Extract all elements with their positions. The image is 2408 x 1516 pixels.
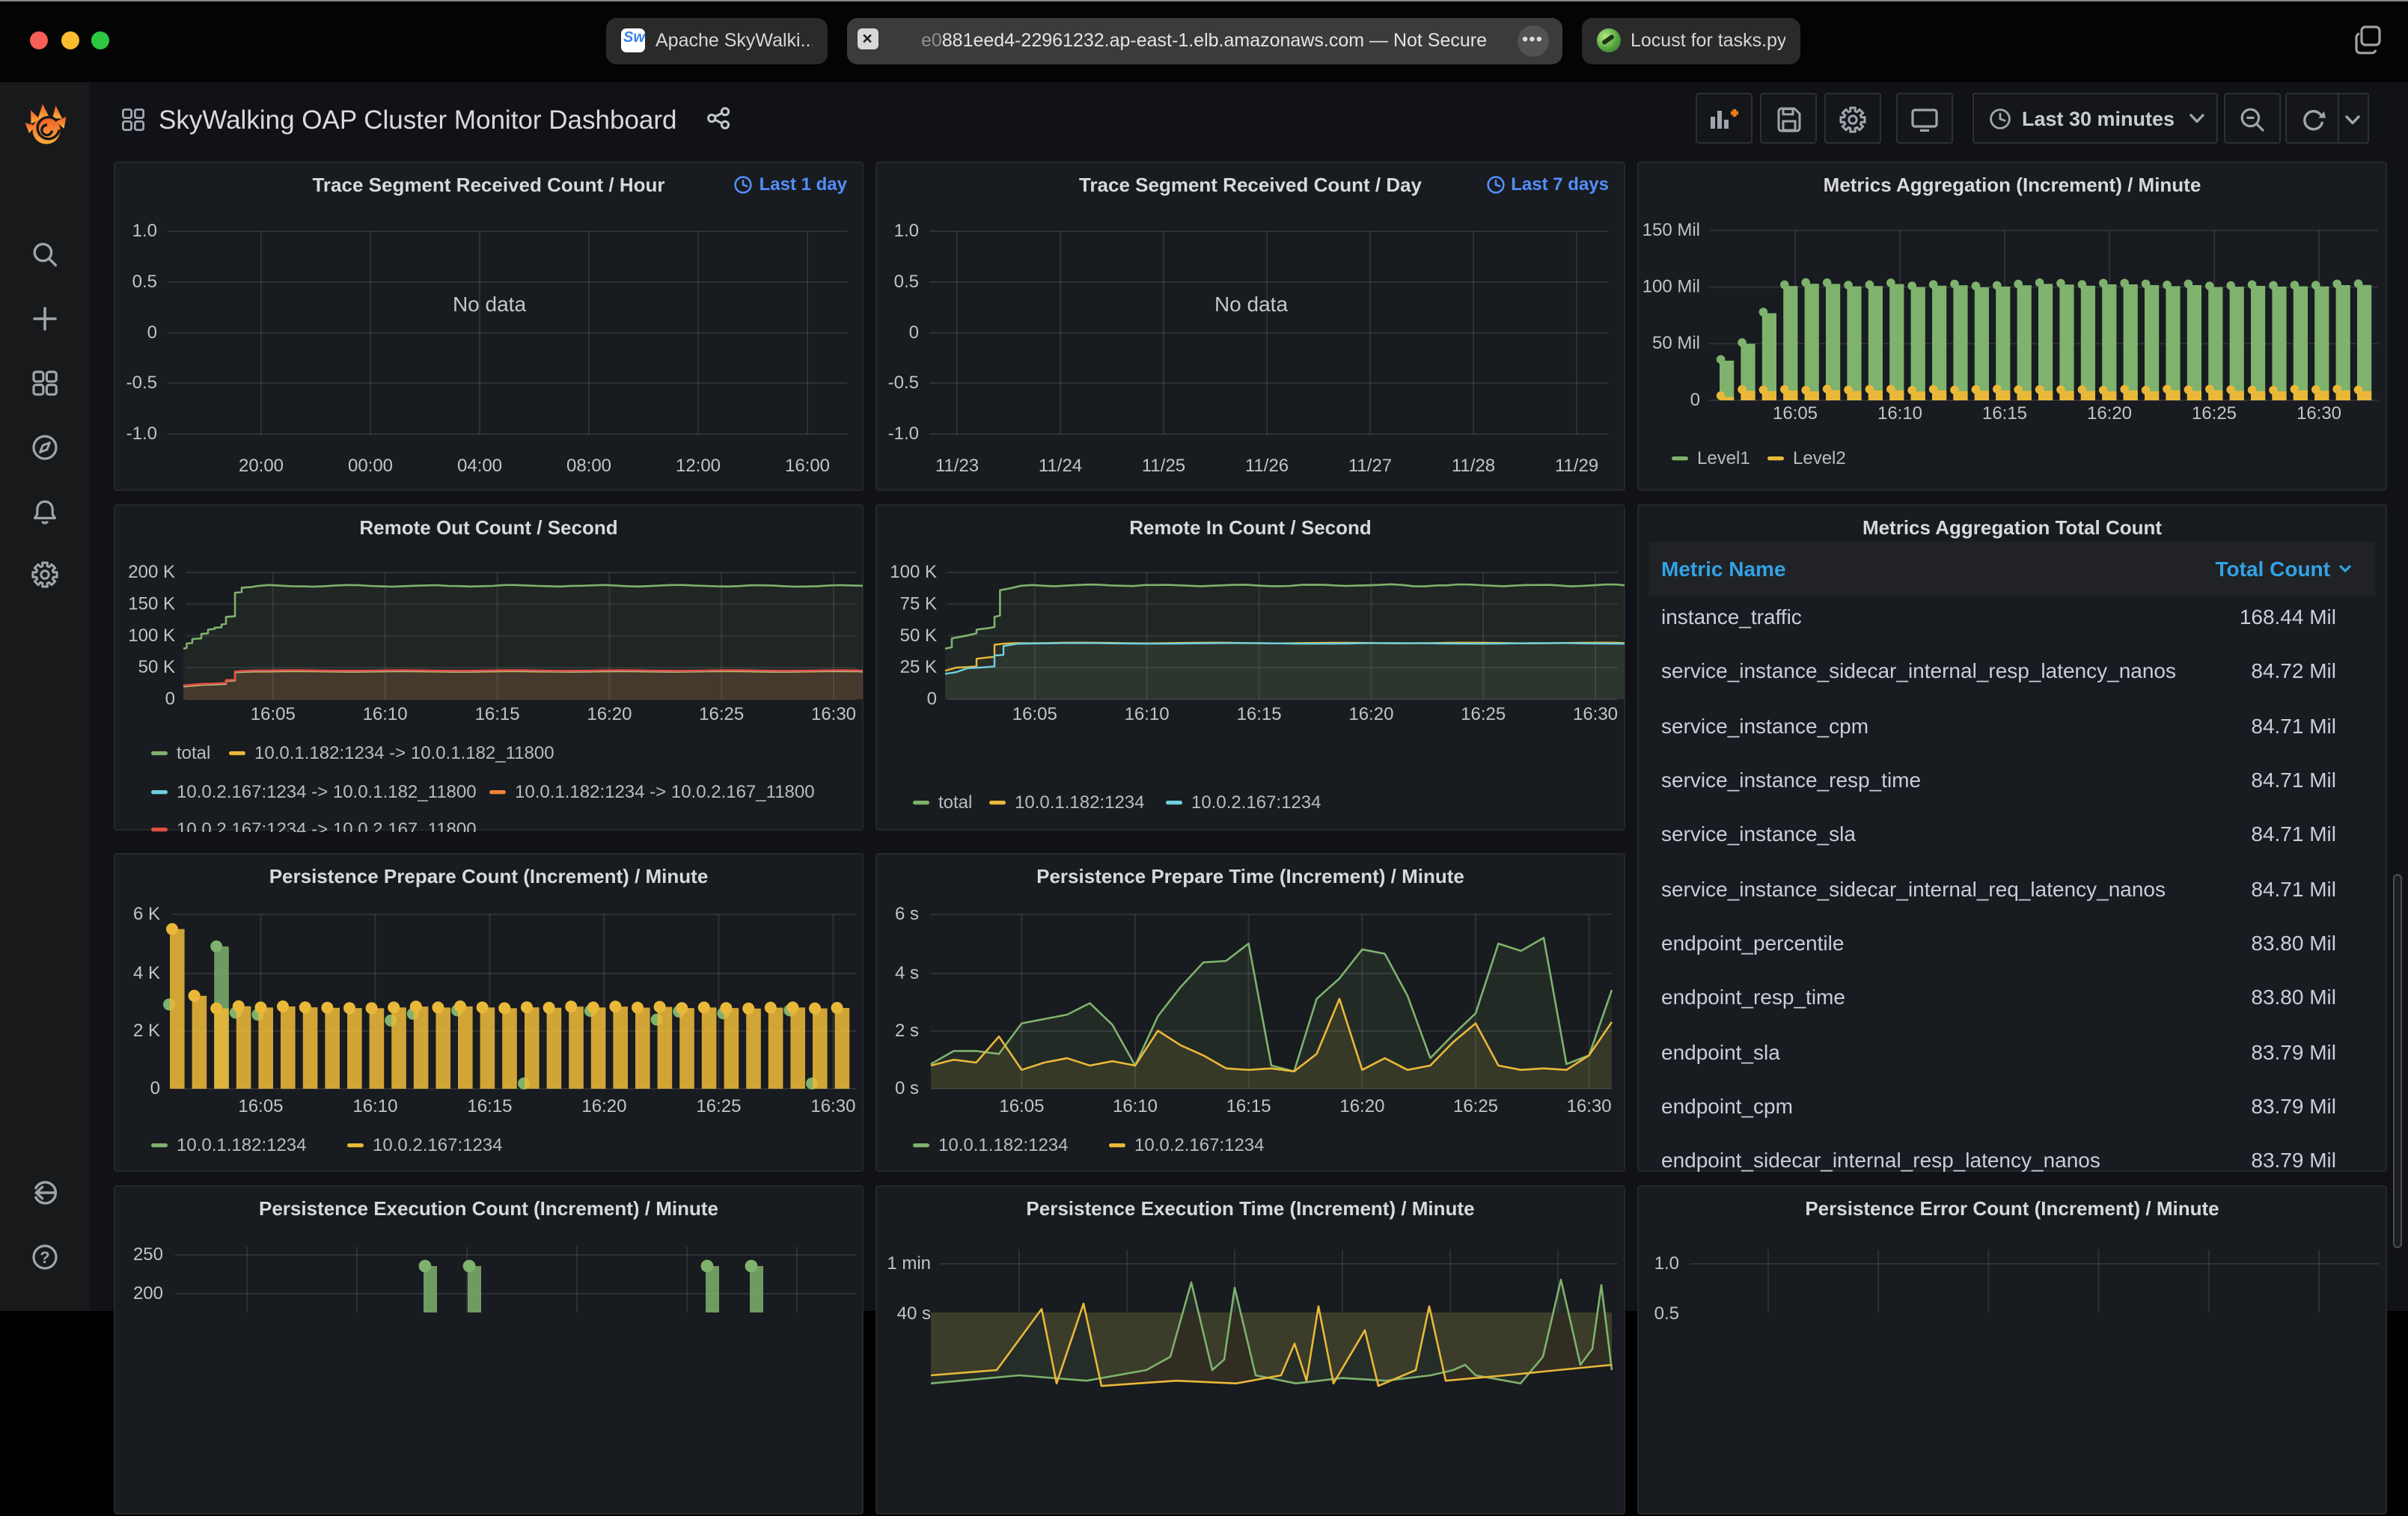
svg-text:1 min: 1 min: [887, 1253, 931, 1274]
svg-text:150 Mil: 150 Mil: [1642, 220, 1700, 240]
svg-text:11/25: 11/25: [1142, 456, 1185, 476]
svg-text:11/29: 11/29: [1555, 456, 1598, 476]
svg-text:16:20: 16:20: [2087, 403, 2132, 424]
svg-text:2 K: 2 K: [133, 1021, 160, 1041]
svg-text:08:00: 08:00: [566, 456, 611, 476]
svg-text:50 Mil: 50 Mil: [1652, 333, 1700, 353]
svg-text:11/26: 11/26: [1245, 456, 1289, 476]
svg-text:00:00: 00:00: [348, 456, 393, 476]
svg-text:-0.5: -0.5: [888, 373, 919, 393]
svg-text:16:25: 16:25: [696, 1096, 741, 1116]
svg-text:total: total: [177, 743, 210, 763]
svg-text:4 K: 4 K: [133, 963, 160, 983]
svg-text:25 K: 25 K: [900, 657, 937, 677]
svg-text:0: 0: [1690, 390, 1700, 410]
svg-text:16:20: 16:20: [1348, 704, 1393, 724]
svg-text:16:15: 16:15: [1982, 403, 2027, 424]
svg-text:0: 0: [165, 689, 175, 709]
svg-text:10.0.1.182:1234: 10.0.1.182:1234: [177, 1135, 307, 1155]
svg-text:1.0: 1.0: [1654, 1253, 1679, 1274]
svg-text:6 s: 6 s: [895, 904, 919, 924]
svg-text:16:15: 16:15: [475, 704, 520, 724]
svg-text:10.0.2.167:1234 -> 10.0.2.167_: 10.0.2.167:1234 -> 10.0.2.167_11800: [177, 819, 477, 832]
svg-text:16:20: 16:20: [587, 704, 632, 724]
svg-text:10.0.2.167:1234: 10.0.2.167:1234: [1191, 792, 1321, 813]
svg-text:10.0.1.182:1234 -> 10.0.2.167_: 10.0.1.182:1234 -> 10.0.2.167_11800: [515, 782, 815, 802]
svg-text:4 s: 4 s: [895, 963, 919, 983]
svg-text:16:30: 16:30: [1573, 704, 1618, 724]
svg-text:16:30: 16:30: [1567, 1096, 1612, 1116]
svg-text:16:05: 16:05: [251, 704, 296, 724]
svg-text:No data: No data: [453, 293, 526, 316]
svg-text:16:25: 16:25: [1461, 704, 1506, 724]
svg-text:No data: No data: [1214, 293, 1288, 316]
svg-text:04:00: 04:00: [457, 456, 502, 476]
svg-text:16:30: 16:30: [811, 704, 856, 724]
svg-text:2 s: 2 s: [895, 1021, 919, 1041]
svg-text:50 K: 50 K: [138, 657, 175, 677]
svg-text:16:10: 16:10: [1877, 403, 1922, 424]
svg-text:10.0.2.167:1234 -> 10.0.1.182_: 10.0.2.167:1234 -> 10.0.1.182_11800: [177, 782, 477, 802]
svg-text:10.0.1.182:1234: 10.0.1.182:1234: [938, 1135, 1069, 1155]
svg-text:16:05: 16:05: [238, 1096, 283, 1116]
svg-text:6 K: 6 K: [133, 904, 160, 924]
svg-text:16:15: 16:15: [1226, 1096, 1271, 1116]
svg-text:40 s: 40 s: [897, 1303, 931, 1324]
svg-text:16:05: 16:05: [1773, 403, 1818, 424]
svg-text:10.0.1.182:1234: 10.0.1.182:1234: [1015, 792, 1145, 813]
svg-text:100 Mil: 100 Mil: [1642, 277, 1700, 297]
svg-text:10.0.2.167:1234: 10.0.2.167:1234: [1134, 1135, 1265, 1155]
svg-text:0.5: 0.5: [894, 272, 919, 292]
svg-text:-0.5: -0.5: [126, 373, 157, 393]
svg-text:200: 200: [133, 1283, 163, 1303]
svg-text:-1.0: -1.0: [126, 424, 157, 444]
svg-text:Level2: Level2: [1793, 448, 1846, 468]
svg-text:50 K: 50 K: [900, 626, 937, 646]
svg-text:10.0.1.182:1234 -> 10.0.1.182_: 10.0.1.182:1234 -> 10.0.1.182_11800: [254, 743, 554, 763]
svg-text:1.0: 1.0: [894, 221, 919, 241]
svg-text:total: total: [938, 792, 972, 813]
svg-text:75 K: 75 K: [900, 593, 937, 614]
svg-text:250: 250: [133, 1244, 163, 1265]
svg-text:0: 0: [909, 323, 919, 343]
svg-text:Level1: Level1: [1697, 448, 1750, 468]
svg-text:16:15: 16:15: [1237, 704, 1282, 724]
svg-text:12:00: 12:00: [676, 456, 721, 476]
svg-text:16:05: 16:05: [1012, 704, 1057, 724]
svg-text:16:20: 16:20: [581, 1096, 626, 1116]
svg-text:11/28: 11/28: [1452, 456, 1495, 476]
svg-text:11/23: 11/23: [935, 456, 979, 476]
svg-text:150 K: 150 K: [128, 593, 175, 614]
svg-text:16:10: 16:10: [1113, 1096, 1158, 1116]
svg-text:16:15: 16:15: [467, 1096, 512, 1116]
svg-text:0: 0: [147, 323, 157, 343]
svg-text:16:25: 16:25: [2192, 403, 2237, 424]
svg-text:11/27: 11/27: [1348, 456, 1392, 476]
svg-text:16:30: 16:30: [2297, 403, 2341, 424]
svg-text:16:20: 16:20: [1339, 1096, 1384, 1116]
svg-text:20:00: 20:00: [239, 456, 284, 476]
svg-text:0.5: 0.5: [1654, 1303, 1679, 1324]
svg-text:16:10: 16:10: [363, 704, 408, 724]
svg-text:0.5: 0.5: [132, 272, 157, 292]
svg-text:10.0.2.167:1234: 10.0.2.167:1234: [373, 1135, 503, 1155]
svg-text:16:10: 16:10: [1125, 704, 1170, 724]
svg-text:100 K: 100 K: [128, 626, 175, 646]
svg-text:1.0: 1.0: [132, 221, 157, 241]
svg-text:16:30: 16:30: [810, 1096, 855, 1116]
svg-text:0: 0: [927, 689, 937, 709]
svg-text:16:25: 16:25: [699, 704, 744, 724]
svg-text:0 s: 0 s: [895, 1078, 919, 1098]
svg-text:16:00: 16:00: [785, 456, 830, 476]
svg-text:0: 0: [150, 1078, 160, 1098]
svg-text:100 K: 100 K: [890, 562, 937, 582]
svg-text:16:25: 16:25: [1453, 1096, 1498, 1116]
svg-text:200 K: 200 K: [128, 562, 175, 582]
svg-text:16:05: 16:05: [999, 1096, 1044, 1116]
svg-text:-1.0: -1.0: [888, 424, 919, 444]
svg-text:16:10: 16:10: [352, 1096, 397, 1116]
svg-text:?: ?: [40, 1247, 49, 1266]
svg-text:11/24: 11/24: [1039, 456, 1082, 476]
